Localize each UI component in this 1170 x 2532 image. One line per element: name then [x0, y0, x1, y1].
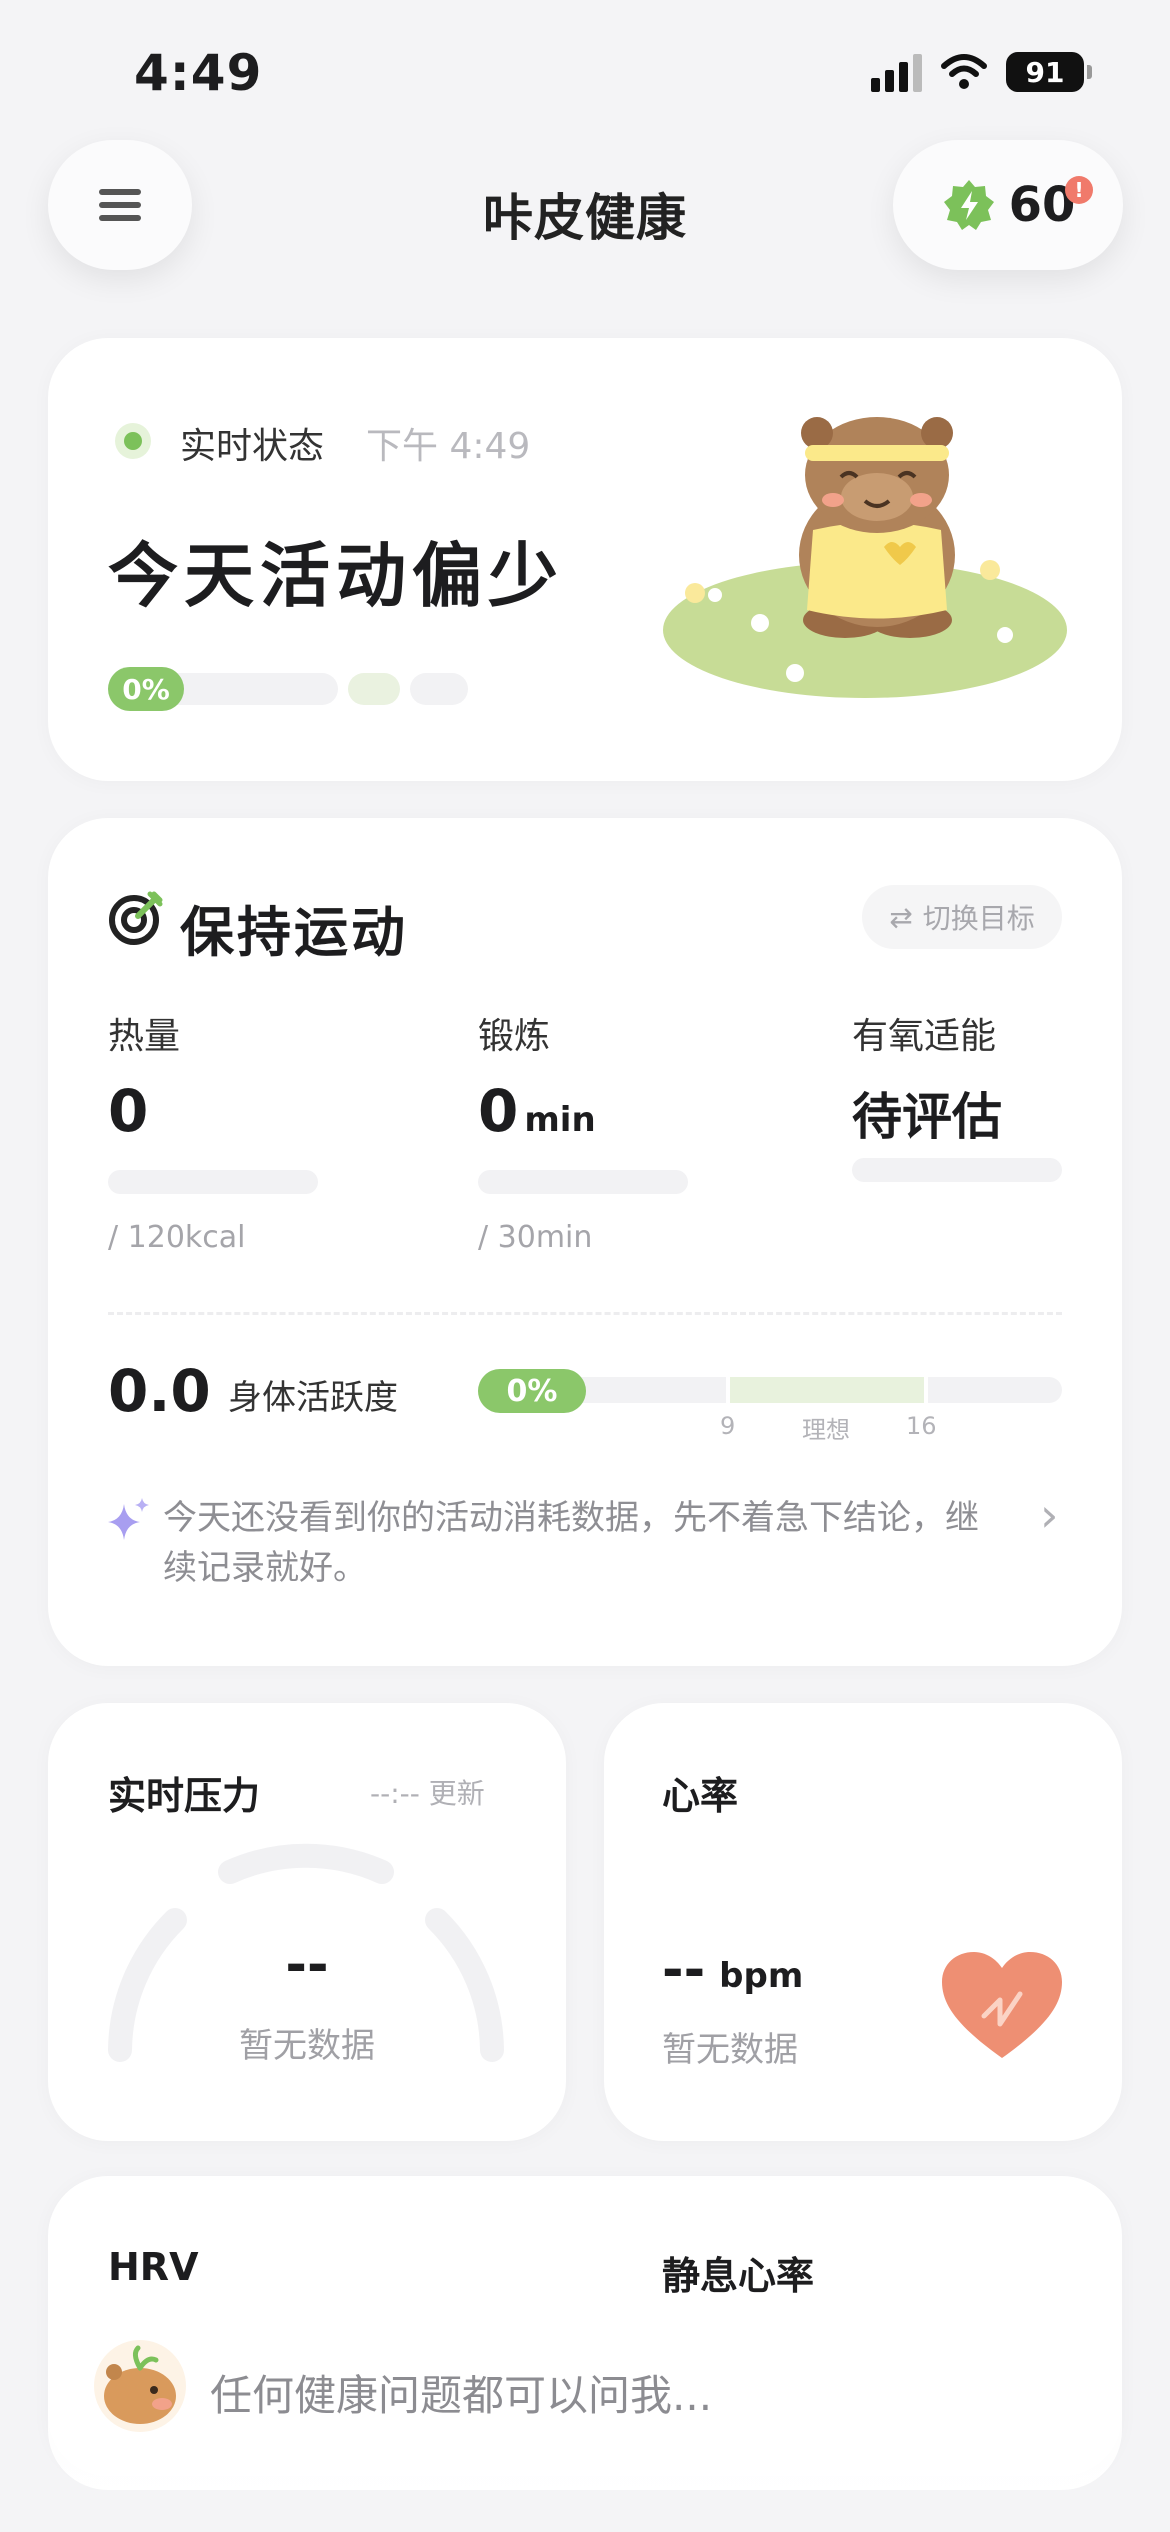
- exercise-target: / 30min: [478, 1220, 593, 1255]
- scale-tick-low: 9: [720, 1412, 736, 1440]
- stress-nodata: 暂无数据: [239, 2026, 375, 2066]
- status-icons: 91: [871, 52, 1092, 92]
- status-progress-pill: 0%: [108, 667, 184, 711]
- status-label: 实时状态: [180, 426, 325, 467]
- activity-value: 0.0: [108, 1357, 211, 1425]
- battery-indicator: 91: [1006, 52, 1092, 92]
- exercise-value-row: 0 min: [478, 1077, 596, 1145]
- bolt-icon: [943, 180, 994, 230]
- capybara-mascot: [663, 417, 1067, 698]
- status-time: 4:49: [134, 44, 263, 102]
- calories-target: / 120kcal: [108, 1220, 246, 1255]
- activity-hint-text[interactable]: 今天还没看到你的活动消耗数据，先不着急下结论，继续记录就好。: [163, 1493, 983, 1593]
- stress-updated: --:-- 更新: [370, 1777, 485, 1810]
- exercise-unit: min: [524, 1100, 596, 1140]
- heart-rate-nodata: 暂无数据: [662, 2030, 798, 2070]
- status-time-label: 下午 4:49: [366, 426, 531, 467]
- signal-icon: [871, 52, 922, 92]
- swap-icon: ⇄: [889, 900, 913, 934]
- aerobic-progress-bar: [852, 1158, 1062, 1182]
- scale-tick-high: 16: [906, 1412, 937, 1440]
- stress-title: 实时压力: [108, 1774, 261, 1818]
- exercise-label: 锻炼: [478, 1016, 551, 1057]
- heart-rate-value: --: [662, 1940, 706, 2000]
- chat-placeholder[interactable]: 任何健康问题都可以问我...: [210, 2362, 712, 2423]
- scale-tick-ideal: 理想: [802, 1416, 850, 1444]
- stress-value: --: [285, 1935, 329, 1995]
- target-icon: [109, 891, 163, 945]
- switch-target-button[interactable]: ⇄ 切换目标: [862, 885, 1062, 949]
- divider: [108, 1312, 1062, 1315]
- activity-label: 身体活跃度: [228, 1378, 398, 1418]
- resting-hr-label: 静息心率: [662, 2254, 815, 2298]
- live-status-dot: [115, 423, 151, 459]
- wifi-icon: [941, 54, 987, 89]
- calories-label: 热量: [108, 1016, 181, 1057]
- switch-target-label: 切换目标: [922, 902, 1035, 935]
- chevron-right-icon[interactable]: ›: [1040, 1488, 1058, 1542]
- calories-progress-bar: [108, 1170, 318, 1194]
- ideal-range: [728, 1377, 924, 1403]
- aerobic-value: 待评估: [852, 1088, 1002, 1146]
- heart-rate-value-row: -- bpm: [662, 1940, 803, 2000]
- calories-value: 0: [108, 1077, 149, 1145]
- exercise-title: 保持运动: [180, 901, 408, 964]
- heart-icon: [942, 1952, 1062, 2058]
- alert-badge: !: [1065, 176, 1093, 204]
- heart-rate-unit: bpm: [719, 1956, 804, 1996]
- energy-points-button[interactable]: 60 !: [893, 140, 1123, 270]
- hrv-label: HRV: [108, 2245, 199, 2289]
- capybara-avatar: [94, 2340, 186, 2432]
- status-headline: 今天活动偏少: [108, 535, 564, 617]
- activity-progress-pill: 0%: [478, 1369, 586, 1413]
- status-progress-track: 0%: [108, 667, 468, 711]
- sparkle-icon: [108, 1498, 149, 1540]
- exercise-value: 0: [478, 1077, 519, 1145]
- aerobic-label: 有氧适能: [852, 1016, 997, 1057]
- heart-rate-title: 心率: [662, 1774, 739, 1818]
- exercise-progress-bar: [478, 1170, 688, 1194]
